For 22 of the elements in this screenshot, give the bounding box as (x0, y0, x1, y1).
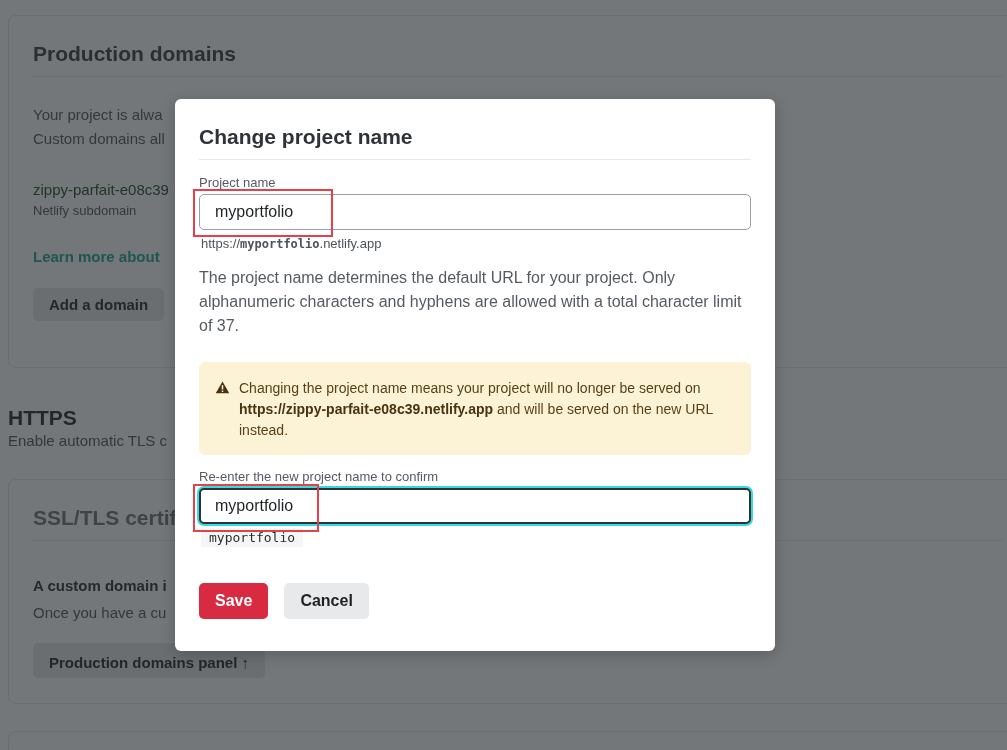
url-preview: https://myportfolio.netlify.app (201, 236, 382, 251)
field-label: Re-enter the new project name to confirm (199, 469, 439, 484)
subtitle-text: A custom domain i (33, 577, 167, 594)
confirm-name-field[interactable]: myportfolio (199, 488, 751, 524)
field-label: Project name (199, 175, 276, 190)
save-button[interactable]: Save (199, 583, 269, 619)
project-name-field[interactable]: myportfolio (199, 194, 751, 230)
dialog-title: Change project name (199, 125, 413, 149)
production-domains-panel-button[interactable]: Production domains panel ↑ (33, 643, 266, 678)
add-domain-button[interactable]: Add a domain (33, 288, 165, 321)
cancel-button[interactable]: Cancel (284, 583, 369, 619)
help-text: The project name determines the default URL for your project. Only alphanumeric characters and hyphens are allowed with a total character limit of 37. (199, 268, 743, 336)
description-text: Once you have a cu (33, 604, 167, 621)
subdomain-name: zippy-parfait-e08c39 (33, 181, 169, 198)
warning-icon (215, 380, 230, 395)
subdomain-label: Netlify subdomain (33, 203, 137, 218)
warning-text: Changing the project name means your project will no longer be served on https://zippy-parfait-e08c39.netlify.app and will be served on the new URL instead. (239, 379, 714, 440)
description-text: Your project is alwa (33, 105, 163, 125)
description-text: Custom domains all (33, 129, 165, 149)
section-description: Enable automatic TLS c (8, 432, 167, 449)
section-heading: HTTPS (8, 406, 77, 430)
section-title: Production domains (33, 42, 236, 66)
